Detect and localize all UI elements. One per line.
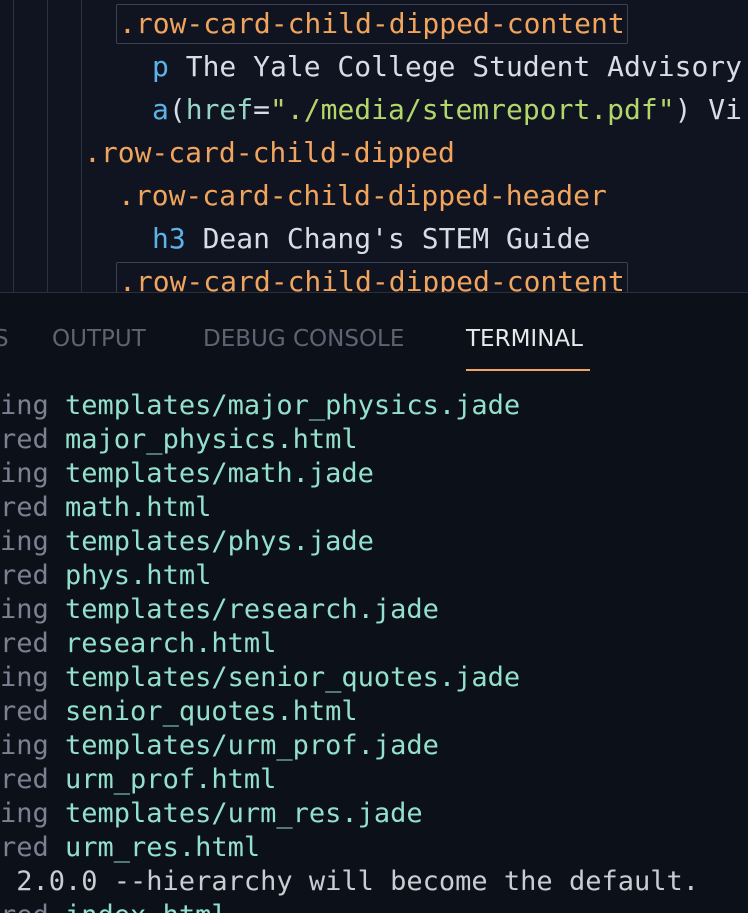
code-line-1[interactable]: .row-card-child-dipped-content [116,4,628,44]
terminal-line-prefix: ing [0,730,66,761]
line-text: The Yale College Student Advisory [168,50,743,83]
code-line-4[interactable]: .row-card-child-dipped [84,133,455,173]
class-selector: .row-card-child-dipped-content [116,4,628,44]
indent-guide [81,0,82,292]
terminal-line-value: index.html [65,900,228,913]
code-line-2[interactable]: p The Yale College Student Advisory [152,47,742,87]
terminal-line-value: templates/math.jade [65,458,374,489]
line-text: Vi [691,93,743,126]
code-line-6[interactable]: h3 Dean Chang's STEM Guide [152,219,590,259]
class-selector: .row-card-child-dipped-header [118,179,607,212]
active-tab-indicator [466,369,590,371]
terminal-line-prefix: ing [0,662,66,693]
tab-output[interactable]: OUTPUT [52,319,146,359]
paren-close: ) [674,93,692,126]
line-text: Dean Chang's STEM Guide [185,222,591,255]
indent-guide [47,0,48,292]
terminal-output[interactable]: ing templates/major_physics.jade red maj… [0,389,748,913]
terminal-line-value: templates/urm_prof.jade [65,730,439,761]
terminal-line: red index.html [0,899,748,913]
terminal-line: red urm_res.html [0,831,748,865]
terminal-line-prefix: ing [0,594,66,625]
tag-name: h3 [152,222,186,255]
bottom-panel: S OUTPUT DEBUG CONSOLE TERMINAL ing temp… [0,292,748,913]
terminal-line-prefix: red [0,492,66,523]
terminal-line-prefix: red [0,696,66,727]
terminal-line: ing templates/urm_prof.jade [0,729,748,763]
terminal-line-value: phys.html [65,560,212,591]
terminal-message: 2.0.0 --hierarchy will become the defaul… [0,865,748,899]
terminal-line-prefix: red [0,560,66,591]
indent-guide [13,0,14,292]
terminal-line-prefix: red [0,424,66,455]
terminal-line-value: templates/senior_quotes.jade [65,662,521,693]
code-line-7[interactable]: .row-card-child-dipped-content [116,262,628,292]
terminal-line: red senior_quotes.html [0,695,748,729]
terminal-message-text: 2.0.0 --hierarchy will become the defaul… [0,866,699,897]
terminal-line-prefix: ing [0,526,66,557]
terminal-line: red urm_prof.html [0,763,748,797]
terminal-line-prefix: red [0,900,65,913]
tab-debug-console[interactable]: DEBUG CONSOLE [203,319,404,359]
terminal-line-value: templates/urm_res.jade [65,798,423,829]
terminal-line-value: urm_res.html [65,832,261,863]
terminal-line-prefix: ing [0,798,66,829]
terminal-line: ing templates/major_physics.jade [0,389,748,423]
terminal-line-value: templates/research.jade [65,594,439,625]
terminal-line: ing templates/senior_quotes.jade [0,661,748,695]
terminal-line-prefix: red [0,764,66,795]
terminal-line-prefix: ing [0,458,66,489]
terminal-line-value: urm_prof.html [65,764,277,795]
terminal-line: red major_physics.html [0,423,748,457]
terminal-line-prefix: red [0,832,66,863]
class-selector: .row-card-child-dipped-content [116,262,628,292]
terminal-line-value: major_physics.html [65,424,358,455]
tab-terminal[interactable]: TERMINAL [466,319,583,359]
attribute-name: href [185,93,254,126]
terminal-line-value: templates/major_physics.jade [65,390,521,421]
terminal-line: ing templates/math.jade [0,457,748,491]
paren-open: ( [168,93,186,126]
terminal-line-value: templates/phys.jade [65,526,374,557]
terminal-line-value: senior_quotes.html [65,696,358,727]
terminal-line: red research.html [0,627,748,661]
code-editor[interactable]: .row-card-child-dipped-content p The Yal… [0,0,748,292]
tag-name: p [152,50,169,83]
terminal-line-prefix: ing [0,390,66,421]
string-value: "./media/stemreport.pdf" [270,93,675,126]
terminal-line: ing templates/urm_res.jade [0,797,748,831]
terminal-line-prefix: red [0,628,66,659]
tab-problems[interactable]: S [0,319,9,359]
terminal-line: ing templates/phys.jade [0,525,748,559]
code-line-3[interactable]: a(href="./media/stemreport.pdf") Vi [152,90,742,130]
class-selector: .row-card-child-dipped [84,136,455,169]
terminal-line: red math.html [0,491,748,525]
tag-name: a [152,93,169,126]
terminal-line: ing templates/research.jade [0,593,748,627]
terminal-line: red phys.html [0,559,748,593]
terminal-line-value: research.html [65,628,277,659]
code-line-5[interactable]: .row-card-child-dipped-header [118,176,607,216]
equals-sign: = [253,93,271,126]
terminal-line-value: math.html [65,492,212,523]
